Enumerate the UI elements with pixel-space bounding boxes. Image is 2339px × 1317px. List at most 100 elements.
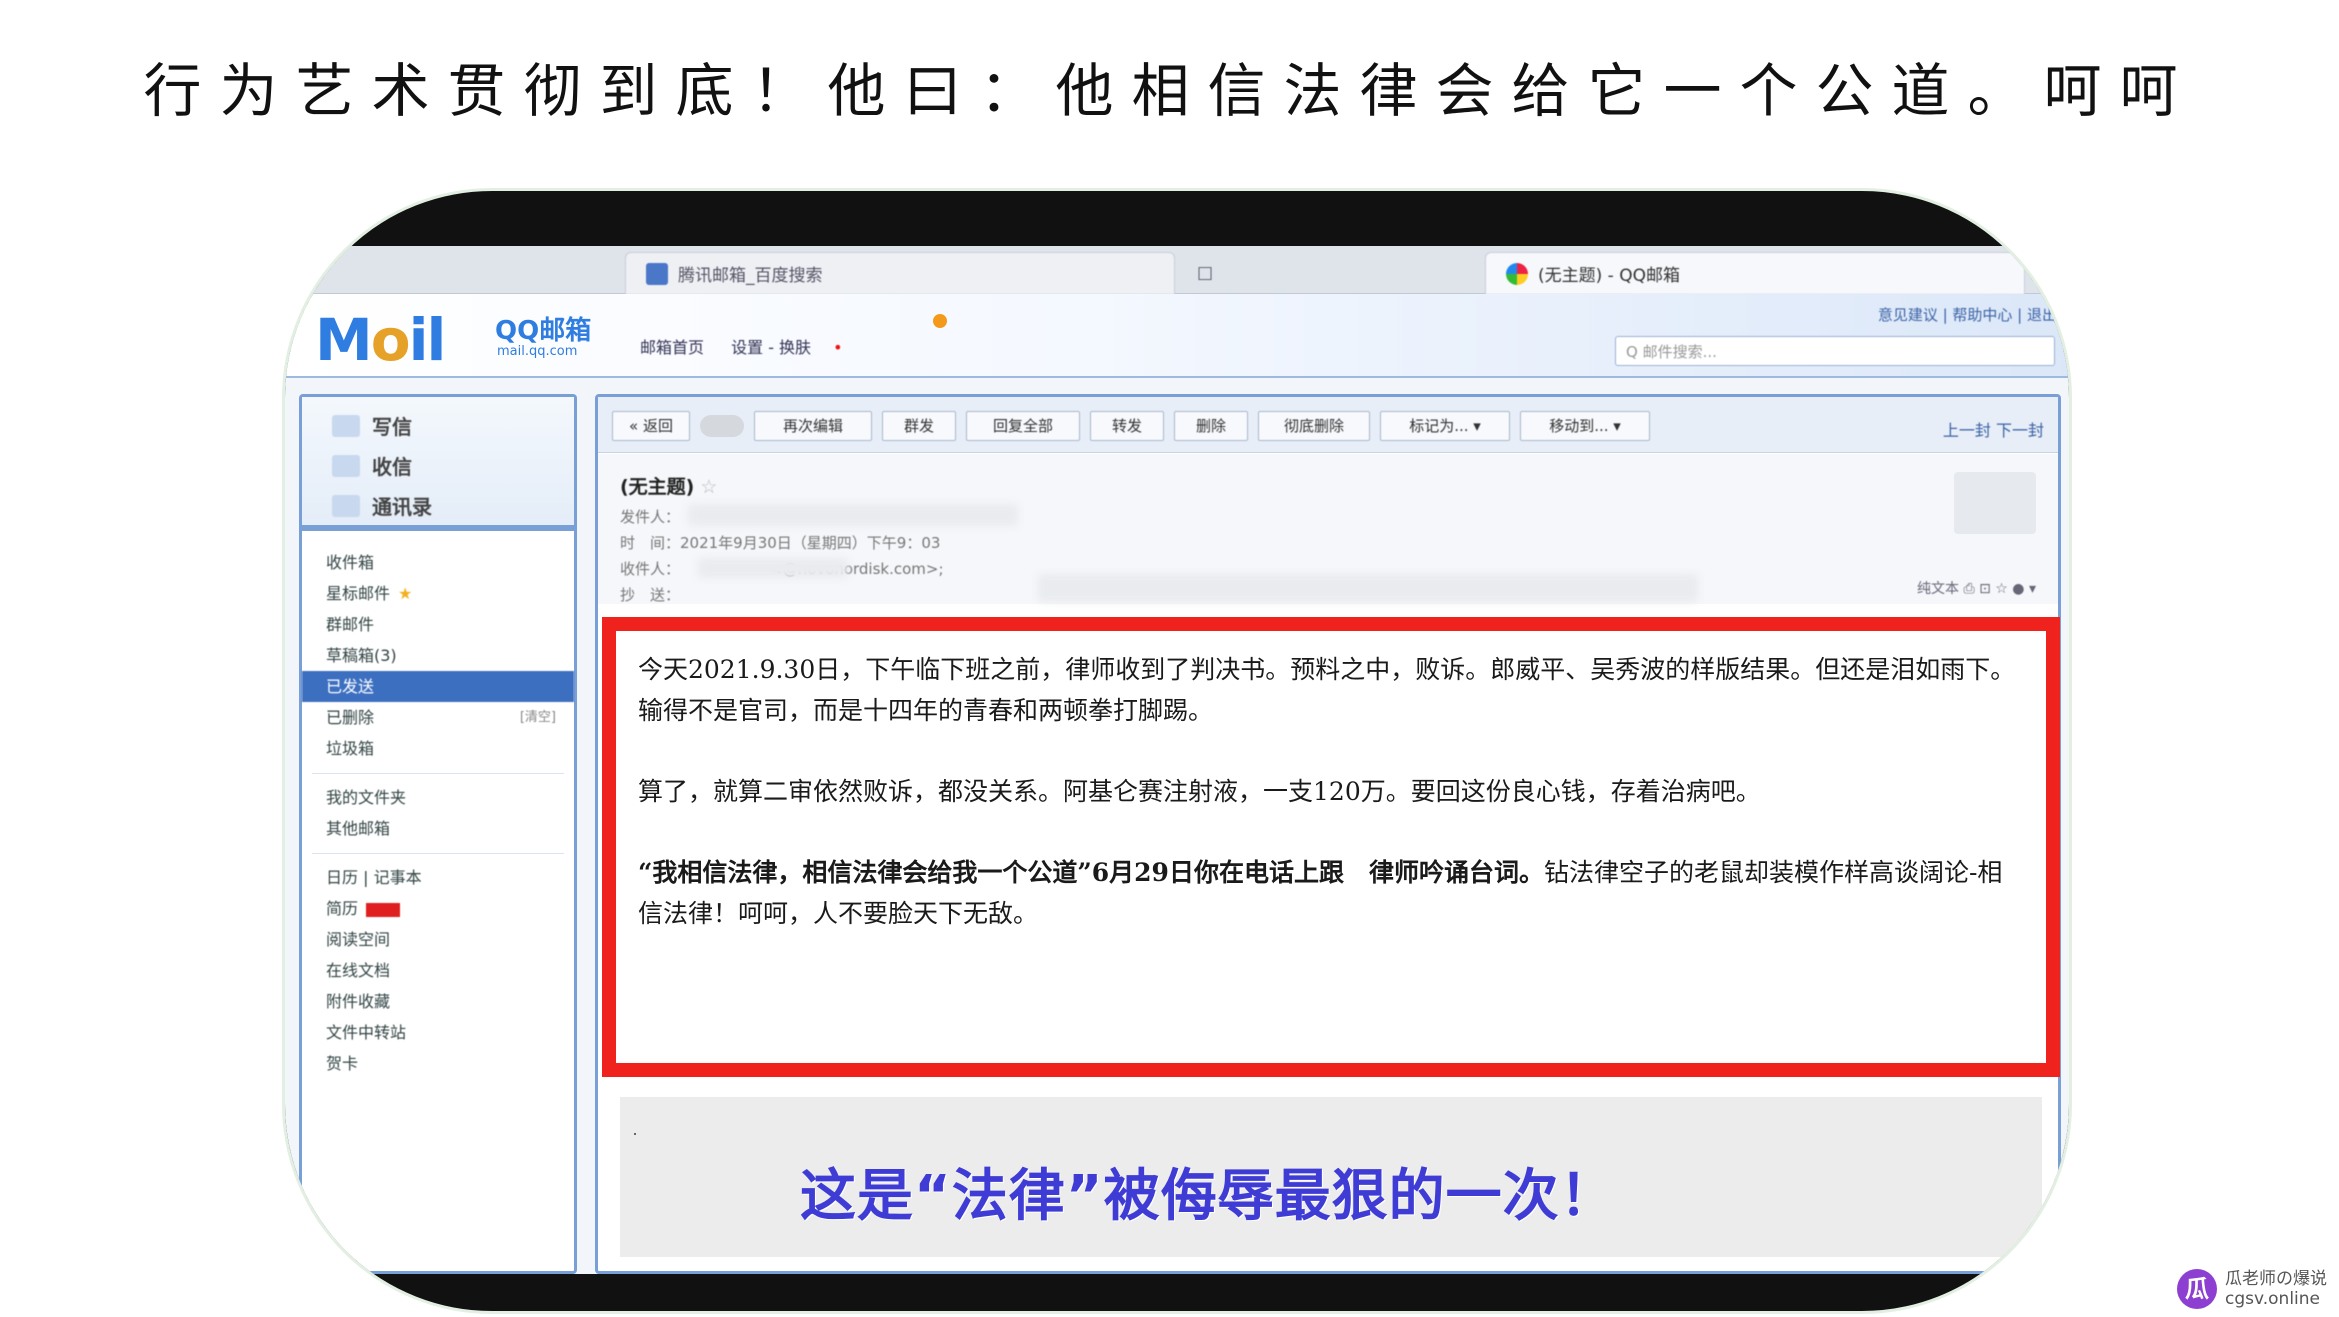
new-tab-icon: □ bbox=[1196, 263, 1214, 283]
sidebar-item-label: 日历 | 记事本 bbox=[326, 868, 422, 887]
sidebar-item-my-folders[interactable]: 我的文件夹 bbox=[302, 782, 574, 813]
browser-logo-icon bbox=[1506, 262, 1528, 285]
sidebar-item-sent[interactable]: 已发送 bbox=[302, 671, 574, 702]
sidebar-item-label: 阅读空间 bbox=[326, 930, 391, 949]
sidebar-item-label: 星标邮件 bbox=[326, 584, 391, 603]
logo-letters-il: il bbox=[408, 306, 447, 374]
cursor-dot bbox=[634, 1133, 636, 1135]
sidebar-item-label: 收件箱 bbox=[326, 553, 375, 572]
overlay-slogan: 这是“法律”被侮辱最狠的一次！ bbox=[800, 1164, 1617, 1229]
sidebar-item-label: 在线文档 bbox=[326, 961, 391, 980]
from-line: 发件人： bbox=[620, 508, 681, 526]
avatar bbox=[1954, 472, 2036, 534]
watermark: 瓜 瓜老师の爆说 cgsv.online bbox=[2177, 1269, 2327, 1309]
browser-tab-qqmail[interactable]: (无主题) - QQ邮箱 bbox=[1485, 252, 2025, 294]
sidebar-item-group[interactable]: 群邮件 bbox=[302, 609, 574, 640]
edit-again-button[interactable]: 再次编辑 bbox=[754, 411, 872, 441]
sidebar-item-calendar[interactable]: 日历 | 记事本 bbox=[302, 862, 574, 893]
empty-trash-link[interactable]: [清空] bbox=[520, 702, 556, 733]
settings-link-label: 设置 - 换肤 bbox=[731, 338, 812, 357]
to-label: 收件人： bbox=[620, 560, 681, 578]
prev-next-links[interactable]: 上一封 下一封 bbox=[1943, 417, 2044, 441]
browser-window: 腾讯邮箱_百度搜索 □ (无主题) - QQ邮箱 Moil QQ邮箱 mail.… bbox=[285, 246, 2069, 1274]
sidebar-item-starred[interactable]: 星标邮件 ★ bbox=[302, 578, 574, 609]
home-icon bbox=[646, 262, 668, 285]
qqmail-logo[interactable]: Moil bbox=[315, 306, 447, 374]
message-meta: (无主题) ☆ 发件人： 时 间：2021年9月30日（星期四）下午9：03 收件… bbox=[598, 454, 2058, 604]
header-links: 邮箱首页 设置 - 换肤 • bbox=[640, 334, 887, 358]
watermark-text: 瓜老师の爆说 cgsv.online bbox=[2225, 1269, 2327, 1309]
redacted-sender bbox=[688, 504, 1018, 526]
delete-button[interactable]: 删除 bbox=[1174, 411, 1248, 441]
compose-icon bbox=[332, 414, 360, 437]
settings-link[interactable]: 设置 - 换肤 • bbox=[731, 338, 864, 357]
compose-button[interactable]: 写信 bbox=[332, 411, 412, 440]
sidebar-item-file-transfer[interactable]: 文件中转站 bbox=[302, 1017, 574, 1048]
star-icon[interactable]: ☆ bbox=[700, 476, 717, 498]
new-badge bbox=[366, 902, 401, 917]
back-button[interactable]: « 返回 bbox=[612, 411, 690, 441]
receive-button[interactable]: 收信 bbox=[332, 451, 412, 480]
highlighted-message-body: 今天2021.9.30日，下午临下班之前，律师收到了判决书。预料之中，败诉。郎威… bbox=[602, 617, 2060, 1077]
permanent-delete-button[interactable]: 彻底删除 bbox=[1258, 411, 1370, 441]
toggle-pill[interactable] bbox=[700, 415, 744, 437]
contacts-icon bbox=[332, 494, 360, 517]
message-paragraph-3: “我相信法律，相信法律会给我一个公道”6月29日你在电话上跟 律师吟诵台词。钻法… bbox=[638, 852, 2024, 934]
watermark-line-1: 瓜老师の爆说 bbox=[2225, 1269, 2327, 1289]
quoted-statement: “我相信法律，相信法律会给我一个公道”6月29日你在电话上跟 律师吟诵台词。 bbox=[638, 858, 1544, 887]
sidebar-item-label: 草稿箱(3) bbox=[326, 646, 397, 665]
contacts-button[interactable]: 通讯录 bbox=[332, 491, 432, 520]
reply-all-button[interactable]: 回复全部 bbox=[966, 411, 1080, 441]
sidebar-item-label: 垃圾箱 bbox=[326, 739, 375, 758]
sidebar-divider bbox=[312, 844, 564, 854]
logo-letter-m: M bbox=[315, 306, 373, 374]
sidebar-item-label: 其他邮箱 bbox=[326, 819, 391, 838]
sidebar-item-spam[interactable]: 垃圾箱 bbox=[302, 733, 574, 764]
sidebar-item-label: 附件收藏 bbox=[326, 992, 391, 1011]
sidebar-item-label: 已删除 bbox=[326, 708, 375, 727]
sidebar: 写信 收信 通讯录 收件箱 星标邮件 ★ 群邮件 草稿箱(3) 已发送 已删除 [清… bbox=[299, 394, 577, 1274]
mailbox-home-link[interactable]: 邮箱首页 bbox=[640, 338, 704, 357]
star-icon: ★ bbox=[398, 584, 413, 603]
browser-tab-strip: 腾讯邮箱_百度搜索 □ (无主题) - QQ邮箱 bbox=[285, 246, 2069, 294]
lower-message-area: 这是“法律”被侮辱最狠的一次！ bbox=[620, 1097, 2042, 1257]
sidebar-item-attachments[interactable]: 附件收藏 bbox=[302, 986, 574, 1017]
redacted-recipient bbox=[698, 558, 848, 578]
new-tab-button[interactable]: □ bbox=[1185, 252, 1225, 294]
sidebar-item-deleted[interactable]: 已删除 [清空] bbox=[302, 702, 574, 733]
logo-letter-o: o bbox=[370, 306, 411, 374]
move-to-dropdown[interactable]: 移动到... ▾ bbox=[1520, 411, 1650, 441]
watermark-logo-icon: 瓜 bbox=[2177, 1269, 2217, 1309]
message-subject: (无主题) ☆ bbox=[620, 472, 717, 499]
sidebar-item-label: 群邮件 bbox=[326, 615, 375, 634]
subject-text: (无主题) bbox=[620, 476, 695, 498]
folder-list: 收件箱 星标邮件 ★ 群邮件 草稿箱(3) 已发送 已删除 [清空] 垃圾箱 我的文… bbox=[302, 547, 574, 1079]
sidebar-item-label: 我的文件夹 bbox=[326, 788, 407, 807]
mail-header: Moil QQ邮箱 mail.qq.com 邮箱首页 设置 - 换肤 • 意见建议… bbox=[285, 294, 2069, 378]
sidebar-item-cards[interactable]: 贺卡 bbox=[302, 1048, 574, 1079]
sidebar-item-label: 简历 bbox=[326, 899, 359, 918]
sidebar-item-resume[interactable]: 简历 bbox=[302, 893, 574, 924]
contacts-label: 通讯录 bbox=[372, 495, 432, 519]
sidebar-actions: 写信 收信 通讯录 bbox=[302, 397, 574, 531]
view-tools[interactable]: 纯文本 ⎙ ⊡ ☆ ● ▾ bbox=[1917, 578, 2036, 598]
sidebar-item-drafts[interactable]: 草稿箱(3) bbox=[302, 640, 574, 671]
mark-as-dropdown[interactable]: 标记为... ▾ bbox=[1380, 411, 1510, 441]
mail-toolbar: « 返回 再次编辑 群发 回复全部 转发 删除 彻底删除 标记为... ▾ 移动… bbox=[598, 397, 2058, 453]
tab-title: (无主题) - QQ邮箱 bbox=[1538, 266, 1680, 286]
group-send-button[interactable]: 群发 bbox=[882, 411, 956, 441]
redacted-area bbox=[1038, 574, 1698, 602]
sidebar-item-other-mailbox[interactable]: 其他邮箱 bbox=[302, 813, 574, 844]
top-right-links[interactable]: 意见建议 | 帮助中心 | 退出 bbox=[1878, 304, 2057, 325]
sidebar-item-docs[interactable]: 在线文档 bbox=[302, 955, 574, 986]
forward-button[interactable]: 转发 bbox=[1090, 411, 1164, 441]
sidebar-item-label: 已发送 bbox=[326, 677, 375, 696]
sidebar-item-reading[interactable]: 阅读空间 bbox=[302, 924, 574, 955]
sidebar-item-inbox[interactable]: 收件箱 bbox=[302, 547, 574, 578]
tab-title: 腾讯邮箱_百度搜索 bbox=[678, 266, 823, 286]
inbox-icon bbox=[332, 454, 360, 477]
browser-tab-baidu[interactable]: 腾讯邮箱_百度搜索 bbox=[625, 252, 1175, 294]
watermark-line-2: cgsv.online bbox=[2225, 1289, 2320, 1309]
sidebar-item-label: 文件中转站 bbox=[326, 1023, 407, 1042]
mail-search-input[interactable]: Q 邮件搜索... bbox=[1615, 336, 2055, 366]
